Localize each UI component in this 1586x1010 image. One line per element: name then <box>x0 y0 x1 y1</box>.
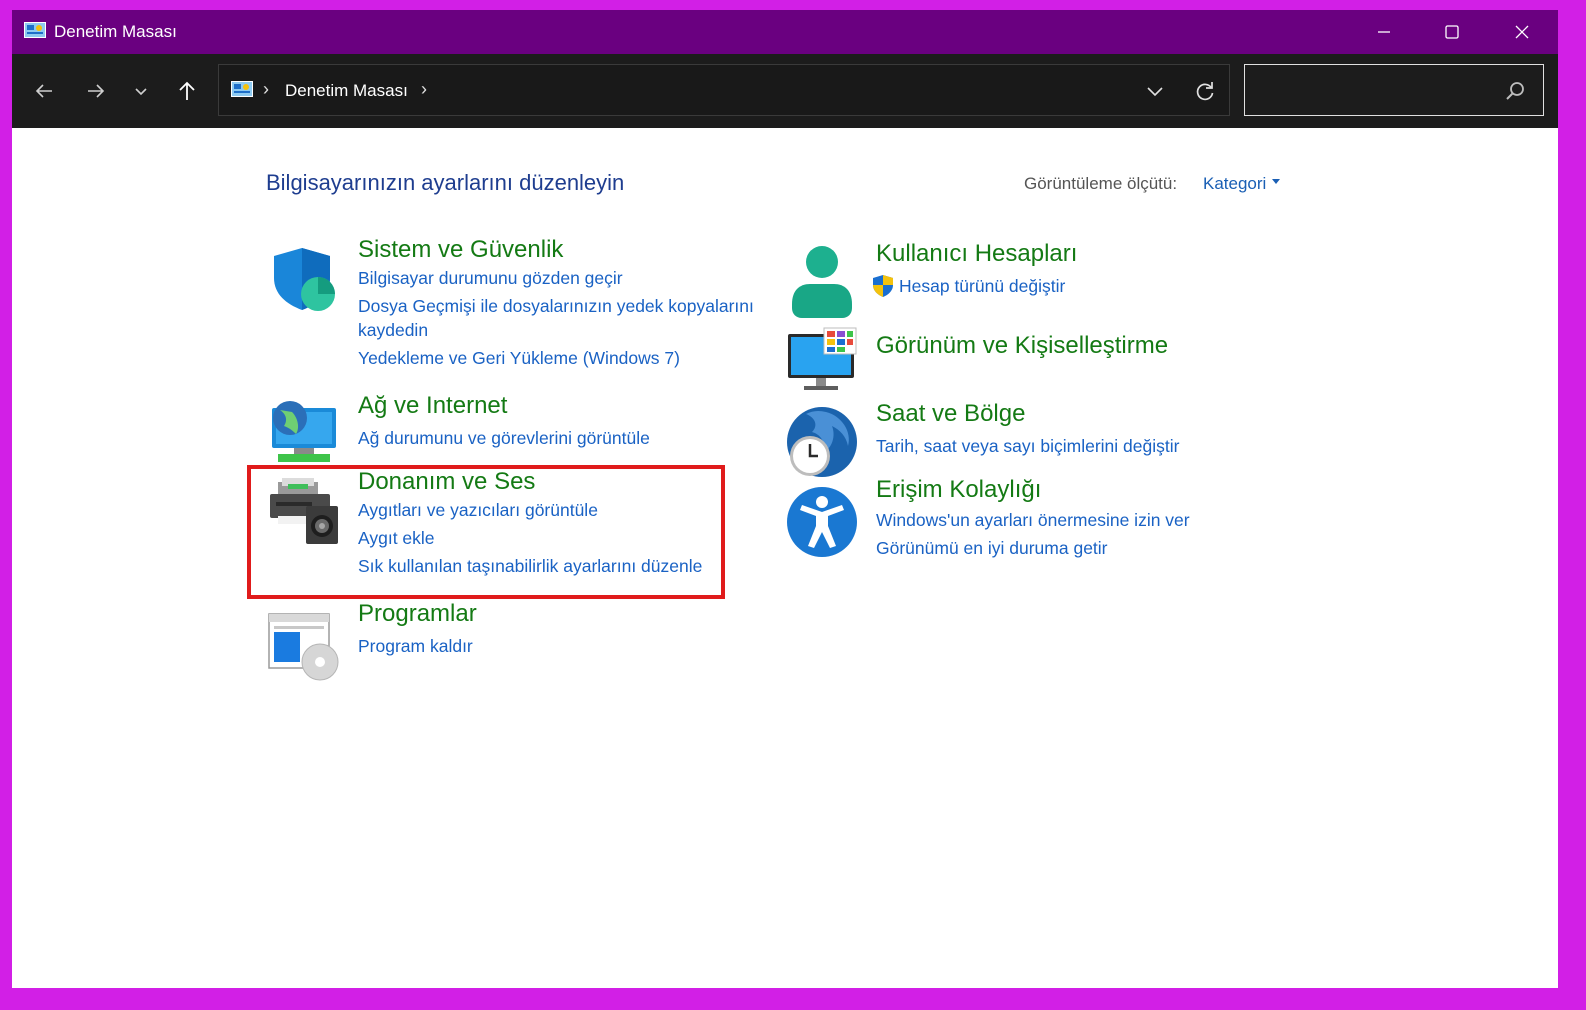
search-icon[interactable] <box>1505 81 1525 101</box>
caret-down-icon[interactable] <box>1272 179 1281 185</box>
category-link[interactable]: kaydedin <box>358 320 428 341</box>
category-title[interactable]: Saat ve Bölge <box>876 400 1025 428</box>
minimize-button[interactable] <box>1349 10 1419 54</box>
view-by-label: Görüntüleme ölçütü: <box>1024 174 1178 193</box>
category-title[interactable]: Ağ ve Internet <box>358 392 507 420</box>
arrow-up-icon <box>179 81 195 100</box>
breadcrumb-item[interactable]: Denetim Masası <box>285 81 408 101</box>
category-link[interactable]: Yedekleme ve Geri Yükleme (Windows 7) <box>358 348 680 369</box>
accessibility-icon[interactable] <box>786 486 858 558</box>
category-link[interactable]: Bilgisayar durumunu gözden geçir <box>358 268 623 289</box>
control-panel-icon <box>231 81 253 97</box>
chevron-down-icon <box>1147 87 1163 97</box>
category-link[interactable]: Görünümü en iyi duruma getir <box>876 538 1108 559</box>
user-icon[interactable] <box>786 246 858 318</box>
arrow-right-icon <box>88 84 105 98</box>
forward-button[interactable] <box>79 74 113 108</box>
recent-locations-button[interactable] <box>124 74 158 108</box>
address-bar[interactable]: › Denetim Masası › <box>218 64 1230 116</box>
back-button[interactable] <box>27 74 61 108</box>
control-panel-window: Denetim Masası › Denetim Masası › Bilgis… <box>12 10 1558 988</box>
chevron-down-icon <box>135 88 147 96</box>
address-history-button[interactable] <box>1141 77 1169 105</box>
breadcrumb-separator[interactable]: › <box>421 79 427 100</box>
navigation-bar: › Denetim Masası › <box>12 54 1558 128</box>
main-content: Bilgisayarınızın ayarlarını düzenleyin G… <box>12 128 1558 988</box>
category-link[interactable]: Ağ durumunu ve görevlerini görüntüle <box>358 428 650 449</box>
category-title[interactable]: Sistem ve Güvenlik <box>358 236 563 264</box>
uac-shield-icon <box>873 275 893 297</box>
category-link[interactable]: Tarih, saat veya sayı biçimlerini değişt… <box>876 436 1179 457</box>
refresh-button[interactable] <box>1191 77 1219 105</box>
view-by-value[interactable]: Kategori <box>1203 174 1266 193</box>
maximize-icon <box>1445 25 1459 39</box>
window-title: Denetim Masası <box>54 22 177 41</box>
category-title[interactable]: Görünüm ve Kişiselleştirme <box>876 332 1168 360</box>
category-title[interactable]: Programlar <box>358 600 477 628</box>
minimize-icon <box>1378 31 1390 33</box>
title-bar[interactable]: Denetim Masası <box>12 10 1558 54</box>
category-title[interactable]: Erişim Kolaylığı <box>876 476 1041 504</box>
highlight-box <box>247 465 725 599</box>
category-link[interactable]: Windows'un ayarları önermesine izin ver <box>876 510 1190 531</box>
control-panel-icon <box>24 22 46 38</box>
breadcrumb-separator[interactable]: › <box>263 79 269 100</box>
page-title: Bilgisayarınızın ayarlarını düzenleyin <box>266 170 625 195</box>
up-button[interactable] <box>170 74 204 108</box>
view-by-dropdown[interactable]: Kategori <box>1203 174 1281 194</box>
programs-disc-icon[interactable] <box>268 610 340 682</box>
shield-icon[interactable] <box>268 242 340 314</box>
category-link[interactable]: Dosya Geçmişi ile dosyalarınızın yedek k… <box>358 296 754 317</box>
arrow-left-icon <box>35 84 52 98</box>
category-link[interactable]: Hesap türünü değiştir <box>899 276 1065 297</box>
network-globe-icon[interactable] <box>268 398 340 470</box>
monitor-personalization-icon[interactable] <box>786 326 858 398</box>
category-link[interactable]: Program kaldır <box>358 636 473 657</box>
maximize-button[interactable] <box>1417 10 1487 54</box>
clock-globe-icon[interactable] <box>786 406 858 478</box>
refresh-icon <box>1196 82 1214 101</box>
close-button[interactable] <box>1487 10 1557 54</box>
search-box[interactable] <box>1244 64 1544 116</box>
close-icon <box>1515 25 1529 39</box>
category-title[interactable]: Kullanıcı Hesapları <box>876 240 1077 268</box>
search-input[interactable] <box>1253 75 1497 107</box>
